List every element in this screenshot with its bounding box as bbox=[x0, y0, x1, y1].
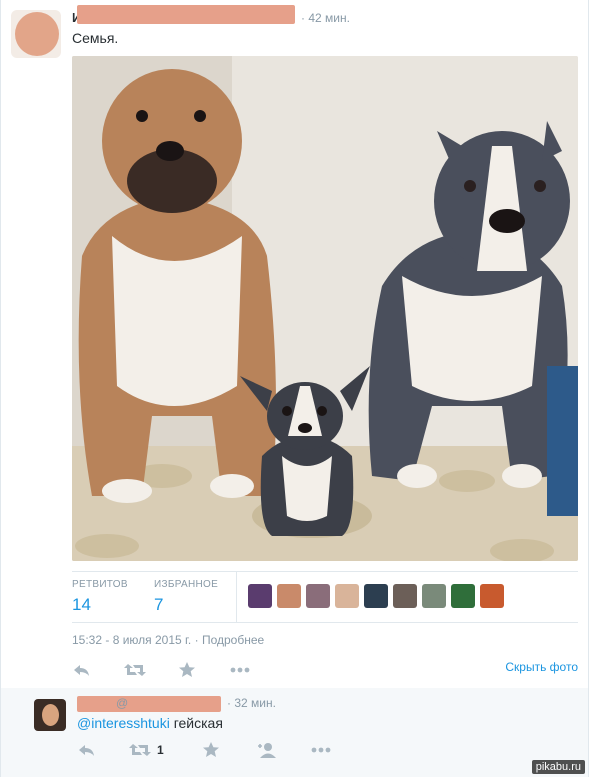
retweets-count[interactable]: 14 bbox=[72, 595, 128, 615]
reply-mention-link[interactable]: @interesshtuki bbox=[77, 715, 170, 731]
reply-at-sign: @ bbox=[116, 696, 129, 710]
tweet-stats: РЕТВИТОВ 14 ИЗБРАННОЕ 7 bbox=[72, 571, 578, 623]
tweet-date-line: 15:32 - 8 июля 2015 г. · Подробнее bbox=[72, 633, 265, 647]
tweet-photo[interactable] bbox=[72, 56, 578, 561]
reply-retweet-count: 1 bbox=[157, 743, 164, 757]
tweet-date: 15:32 - 8 июля 2015 г. bbox=[72, 633, 192, 647]
follow-icon[interactable] bbox=[256, 740, 280, 764]
reply-actions: 1 bbox=[77, 740, 497, 762]
reply-author-avatar[interactable] bbox=[34, 699, 66, 731]
favoriter-avatar[interactable] bbox=[480, 584, 504, 608]
redacted-reply-author bbox=[77, 696, 221, 712]
retweet-icon[interactable] bbox=[128, 740, 152, 764]
favoriter-avatar[interactable] bbox=[306, 584, 330, 608]
reply-body: гейская bbox=[169, 715, 223, 731]
watermark: pikabu.ru bbox=[531, 760, 585, 774]
stats-divider bbox=[236, 572, 237, 623]
tweet-text: Семья. bbox=[72, 30, 119, 46]
details-link[interactable]: Подробнее bbox=[202, 633, 264, 647]
reply-icon[interactable] bbox=[77, 740, 101, 764]
favorite-icon[interactable] bbox=[177, 660, 201, 684]
tweet-time[interactable]: · 42 мин. bbox=[301, 11, 350, 25]
reply-text: @interesshtuki гейская bbox=[77, 715, 223, 731]
favorite-icon[interactable] bbox=[201, 740, 225, 764]
more-icon[interactable] bbox=[309, 740, 333, 764]
reply-icon[interactable] bbox=[72, 660, 96, 684]
favoriter-avatar[interactable] bbox=[393, 584, 417, 608]
favoriter-avatar[interactable] bbox=[364, 584, 388, 608]
retweets-stat[interactable]: РЕТВИТОВ 14 bbox=[72, 579, 128, 615]
favoriter-avatar[interactable] bbox=[277, 584, 301, 608]
favorites-stat[interactable]: ИЗБРАННОЕ 7 bbox=[154, 579, 218, 615]
reply-time[interactable]: · 32 мин. bbox=[227, 696, 276, 710]
favoriter-avatar[interactable] bbox=[451, 584, 475, 608]
favorites-count[interactable]: 7 bbox=[154, 595, 218, 615]
redacted-author-name bbox=[77, 5, 295, 24]
author-avatar[interactable] bbox=[11, 10, 61, 58]
hide-photo-link[interactable]: Скрыть фото bbox=[505, 660, 578, 674]
tweet-actions: Скрыть фото bbox=[72, 660, 578, 684]
favoriter-avatar[interactable] bbox=[335, 584, 359, 608]
favoriter-avatars bbox=[248, 584, 504, 608]
favoriter-avatar[interactable] bbox=[248, 584, 272, 608]
main-tweet: И · 42 мин. Семья. bbox=[0, 0, 589, 688]
reply-tweet: @ · 32 мин. @interesshtuki гейская 1 bbox=[0, 688, 589, 777]
more-icon[interactable] bbox=[228, 660, 252, 684]
retweets-label: РЕТВИТОВ bbox=[72, 579, 128, 590]
favorites-label: ИЗБРАННОЕ bbox=[154, 579, 219, 590]
favoriter-avatar[interactable] bbox=[422, 584, 446, 608]
retweet-icon[interactable] bbox=[123, 660, 147, 684]
